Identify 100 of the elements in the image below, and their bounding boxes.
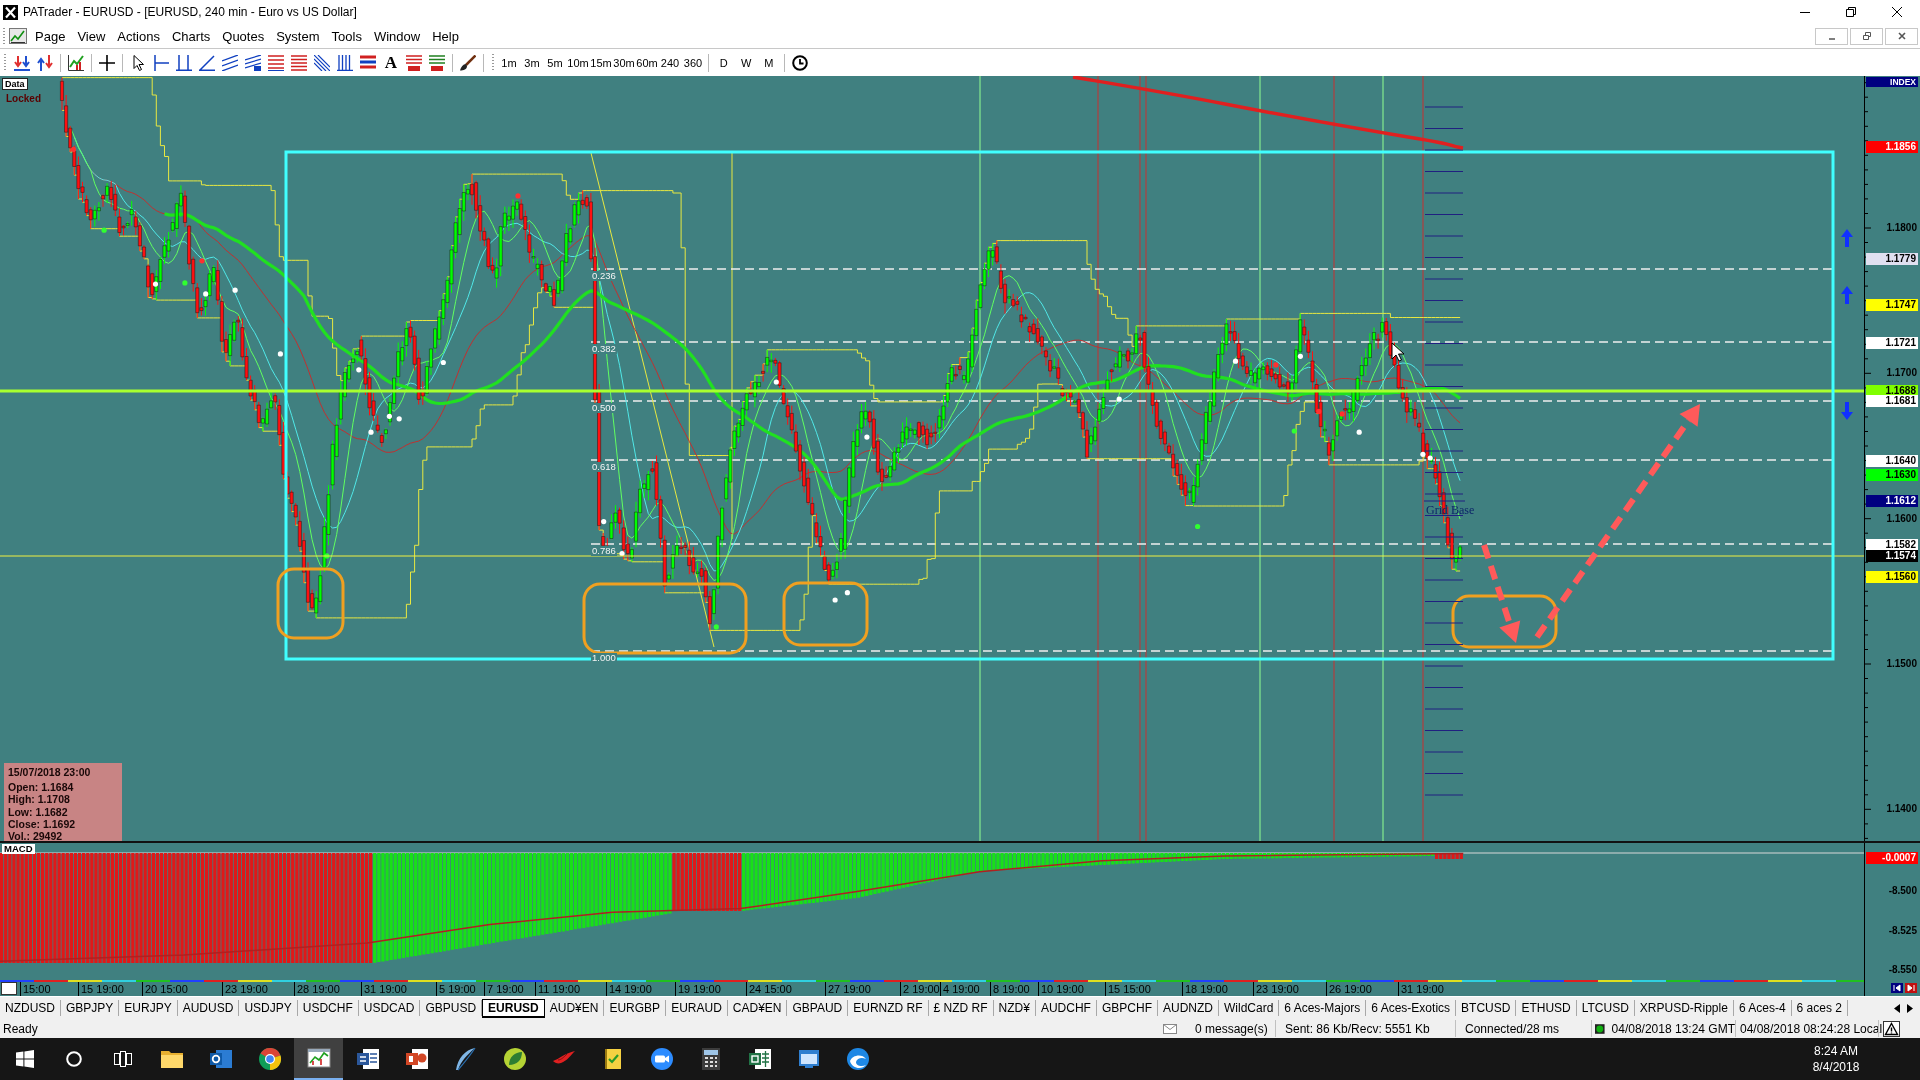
symbol-tab[interactable]: EURJPY: [119, 1000, 178, 1016]
message-count: 0 message(s): [1195, 1021, 1268, 1036]
symbol-tab[interactable]: GBPJPY: [61, 1000, 120, 1016]
menu-item[interactable]: Charts: [165, 26, 217, 46]
menu-item[interactable]: System: [270, 26, 326, 46]
crosshair-icon[interactable]: [99, 54, 115, 71]
symbol-tab[interactable]: AUD¥EN: [544, 1000, 605, 1016]
macd-tick-label: -8.525: [1888, 924, 1917, 937]
hatch-lines-icon[interactable]: [314, 54, 330, 71]
symbol-tab[interactable]: XRPUSD-Ripple: [1634, 1000, 1734, 1016]
symbol-tab[interactable]: BTCUSD: [1456, 1000, 1517, 1016]
symbol-tab[interactable]: ETHUSD: [1516, 1000, 1577, 1016]
brush-icon[interactable]: [460, 54, 476, 71]
scroll-right-icon[interactable]: [1907, 1003, 1913, 1013]
timeframe-button[interactable]: 15m: [589, 56, 613, 69]
symbol-tab[interactable]: £ NZD RF: [928, 1000, 994, 1016]
timeframe-button[interactable]: 5m: [543, 56, 567, 69]
gmt-time: 04/08/2018 13:24 GMT: [1611, 1021, 1735, 1036]
timeframe-button[interactable]: 10m: [566, 56, 590, 69]
symbol-tab[interactable]: USDJPY: [239, 1000, 298, 1016]
close-icon: [1897, 32, 1906, 40]
timeframe-button[interactable]: 240: [658, 56, 682, 69]
price-tick-label: 1.1800: [1886, 222, 1917, 234]
symbol-tab[interactable]: 6 aces 2: [1791, 1000, 1848, 1016]
symbol-tab[interactable]: 6 Aces-Exotics: [1366, 1000, 1457, 1016]
menu-item[interactable]: View: [71, 26, 112, 46]
slides-tile-icon: [404, 1047, 429, 1071]
timeframe-button[interactable]: 360: [681, 56, 705, 69]
menu-item[interactable]: Tools: [325, 26, 368, 46]
taskbar-app-button[interactable]: [294, 1038, 343, 1080]
dot-marker: [1116, 396, 1122, 402]
scroll-start-icon[interactable]: [1891, 983, 1903, 993]
restore-icon: [1862, 32, 1871, 40]
grip-handle: [491, 53, 494, 72]
mdi-restore-button[interactable]: [1850, 27, 1883, 45]
menu-item[interactable]: Actions: [111, 26, 166, 46]
symbol-tab[interactable]: AUDCHF: [1035, 1000, 1097, 1016]
dot-marker: [601, 519, 607, 525]
stripes-icon[interactable]: [360, 54, 376, 71]
text-tool-button[interactable]: A: [379, 53, 403, 72]
symbol-tab[interactable]: USDCAD: [358, 1000, 421, 1016]
symbol-tab[interactable]: 6 Aces-4: [1733, 1000, 1792, 1016]
timeframe-button[interactable]: 1m: [497, 56, 521, 69]
diagonal-line-icon[interactable]: [199, 54, 215, 71]
symbol-tab[interactable]: EURGBP: [604, 1000, 667, 1016]
line-chart-icon[interactable]: [68, 54, 84, 71]
parallel-lines-icon[interactable]: [222, 54, 238, 71]
horizontal-lines-icon[interactable]: [268, 54, 284, 71]
lines-with-tag-icon[interactable]: [406, 54, 422, 71]
symbol-tab[interactable]: NZD¥: [993, 1000, 1036, 1016]
up-arrow-icon: [1841, 229, 1853, 247]
camera-circle-icon: [649, 1047, 674, 1071]
scroll-left-icon[interactable]: [1894, 1003, 1900, 1013]
symbol-tab[interactable]: EURNZD RF: [848, 1000, 929, 1016]
symbol-tab[interactable]: GBPAUD: [787, 1000, 849, 1016]
dot-marker: [1195, 523, 1201, 530]
dot-marker: [1297, 353, 1303, 359]
period-button[interactable]: D: [712, 56, 735, 69]
horizontal-lines-icon[interactable]: [291, 54, 307, 71]
fib-level-label: 0.382: [591, 343, 617, 354]
timeframe-button[interactable]: 60m: [635, 56, 659, 69]
symbol-tab[interactable]: GBPCHF: [1096, 1000, 1158, 1016]
dot-marker: [182, 280, 188, 286]
menu-item[interactable]: Page: [29, 26, 72, 46]
symbol-tab[interactable]: LTCUSD: [1576, 1000, 1635, 1016]
arrows-down-icon[interactable]: [14, 54, 30, 71]
document-tile-icon: [355, 1047, 380, 1071]
vertical-lines-icon[interactable]: [176, 54, 192, 71]
clock-icon[interactable]: [791, 54, 808, 71]
symbol-tab[interactable]: WildCard: [1218, 1000, 1280, 1016]
dot-marker: [844, 590, 850, 596]
timeframe-button[interactable]: 3m: [520, 56, 544, 69]
menu-item[interactable]: Help: [426, 26, 465, 46]
symbol-tab[interactable]: EURUSD: [482, 998, 545, 1018]
symbol-tab[interactable]: NZDUSD: [0, 1000, 61, 1016]
timeframe-button[interactable]: 30m: [612, 56, 636, 69]
horizontal-line-icon[interactable]: [153, 54, 169, 71]
period-button[interactable]: M: [757, 56, 780, 69]
symbol-tab[interactable]: EURAUD: [666, 1000, 728, 1016]
arrows-up-down-icon[interactable]: [37, 54, 53, 71]
lines-with-tag-icon[interactable]: [429, 54, 445, 71]
dot-marker: [864, 434, 870, 440]
dot-marker: [773, 379, 779, 385]
symbol-tab[interactable]: AUDUSD: [177, 1000, 240, 1016]
scroll-end-icon[interactable]: [1905, 983, 1917, 993]
symbol-tab[interactable]: AUDNZD: [1157, 1000, 1219, 1016]
mdi-close-button[interactable]: [1885, 27, 1918, 45]
symbol-tab[interactable]: 6 Aces-Majors: [1279, 1000, 1367, 1016]
symbol-tab[interactable]: CAD¥EN: [727, 1000, 788, 1016]
symbol-tab[interactable]: USDCHF: [297, 1000, 359, 1016]
index-label: INDEX: [1866, 77, 1918, 87]
vertical-bars-icon[interactable]: [337, 54, 353, 71]
connection-text: Connected/28 ms: [1465, 1021, 1560, 1036]
dot-marker: [152, 281, 159, 287]
menu-item[interactable]: Quotes: [216, 26, 271, 46]
channel-lines-icon[interactable]: [245, 54, 261, 71]
period-button[interactable]: W: [735, 56, 758, 69]
pointer-icon[interactable]: [130, 54, 146, 71]
menu-item[interactable]: Window: [367, 26, 427, 46]
dot-marker: [713, 624, 719, 630]
